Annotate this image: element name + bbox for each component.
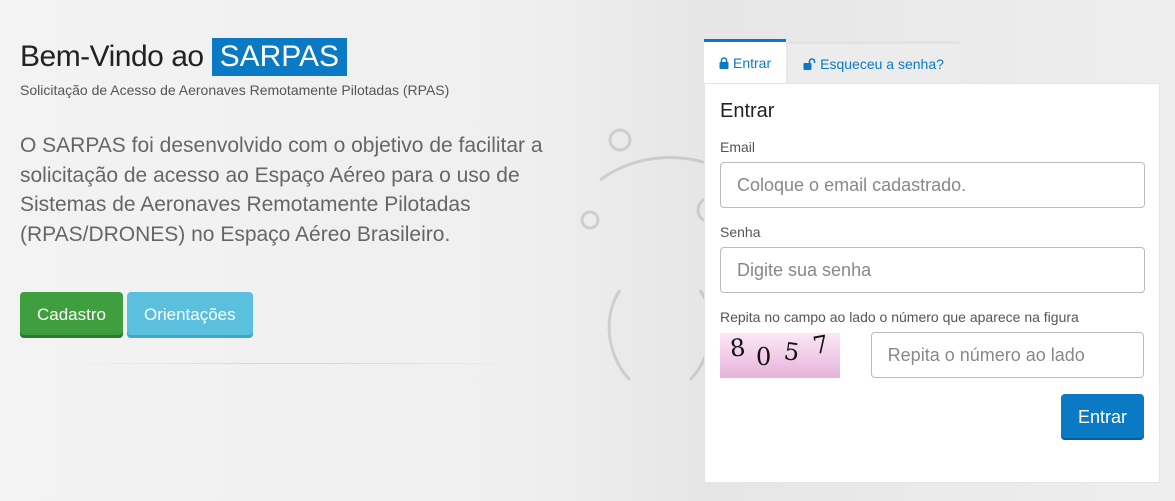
captcha-input[interactable]	[870, 332, 1144, 378]
divider	[60, 363, 530, 364]
captcha-digit: 7	[810, 329, 831, 360]
password-field[interactable]	[720, 247, 1145, 293]
page-title: Bem-Vindo ao SARPAS	[20, 38, 580, 76]
captcha-digit: 8	[728, 332, 747, 363]
captcha-digit: 5	[782, 336, 802, 367]
captcha-digit: 0	[756, 342, 772, 371]
email-field[interactable]	[720, 162, 1145, 208]
captcha-label: Repita no campo ao lado o número que apa…	[720, 309, 1079, 325]
entrar-button[interactable]: Entrar	[1060, 394, 1144, 440]
login-form: Entrar Email Senha Repita no campo ao la…	[704, 83, 1160, 483]
title-prefix: Bem-Vindo ao	[20, 40, 204, 73]
tab-entrar[interactable]: Entrar	[704, 39, 787, 83]
tab-entrar-label: Entrar	[733, 54, 772, 71]
captcha-image: 8 0 5 7	[720, 329, 840, 378]
tab-bar: Entrar Esqueceu a senha?	[704, 39, 1160, 83]
page-subtitle: Solicitação de Acesso de Aeronaves Remot…	[20, 82, 450, 98]
tab-esqueceu-senha[interactable]: Esqueceu a senha?	[788, 41, 959, 83]
lock-icon	[719, 56, 729, 69]
form-heading: Entrar	[720, 100, 775, 122]
orientacoes-button[interactable]: Orientações	[126, 292, 253, 338]
brand-badge: SARPAS	[211, 38, 348, 76]
password-label: Senha	[720, 224, 761, 240]
email-label: Email	[720, 139, 756, 155]
login-panel: Entrar Esqueceu a senha? Entrar Email Se…	[704, 39, 1160, 483]
unlock-icon	[803, 57, 816, 70]
cadastro-button[interactable]: Cadastro	[20, 292, 123, 338]
tab-esqueceu-label: Esqueceu a senha?	[820, 55, 944, 72]
hero-section: Bem-Vindo ao SARPAS Solicitação de Acess…	[20, 38, 580, 338]
intro-paragraph: O SARPAS foi desenvolvido com o objetivo…	[20, 134, 543, 246]
